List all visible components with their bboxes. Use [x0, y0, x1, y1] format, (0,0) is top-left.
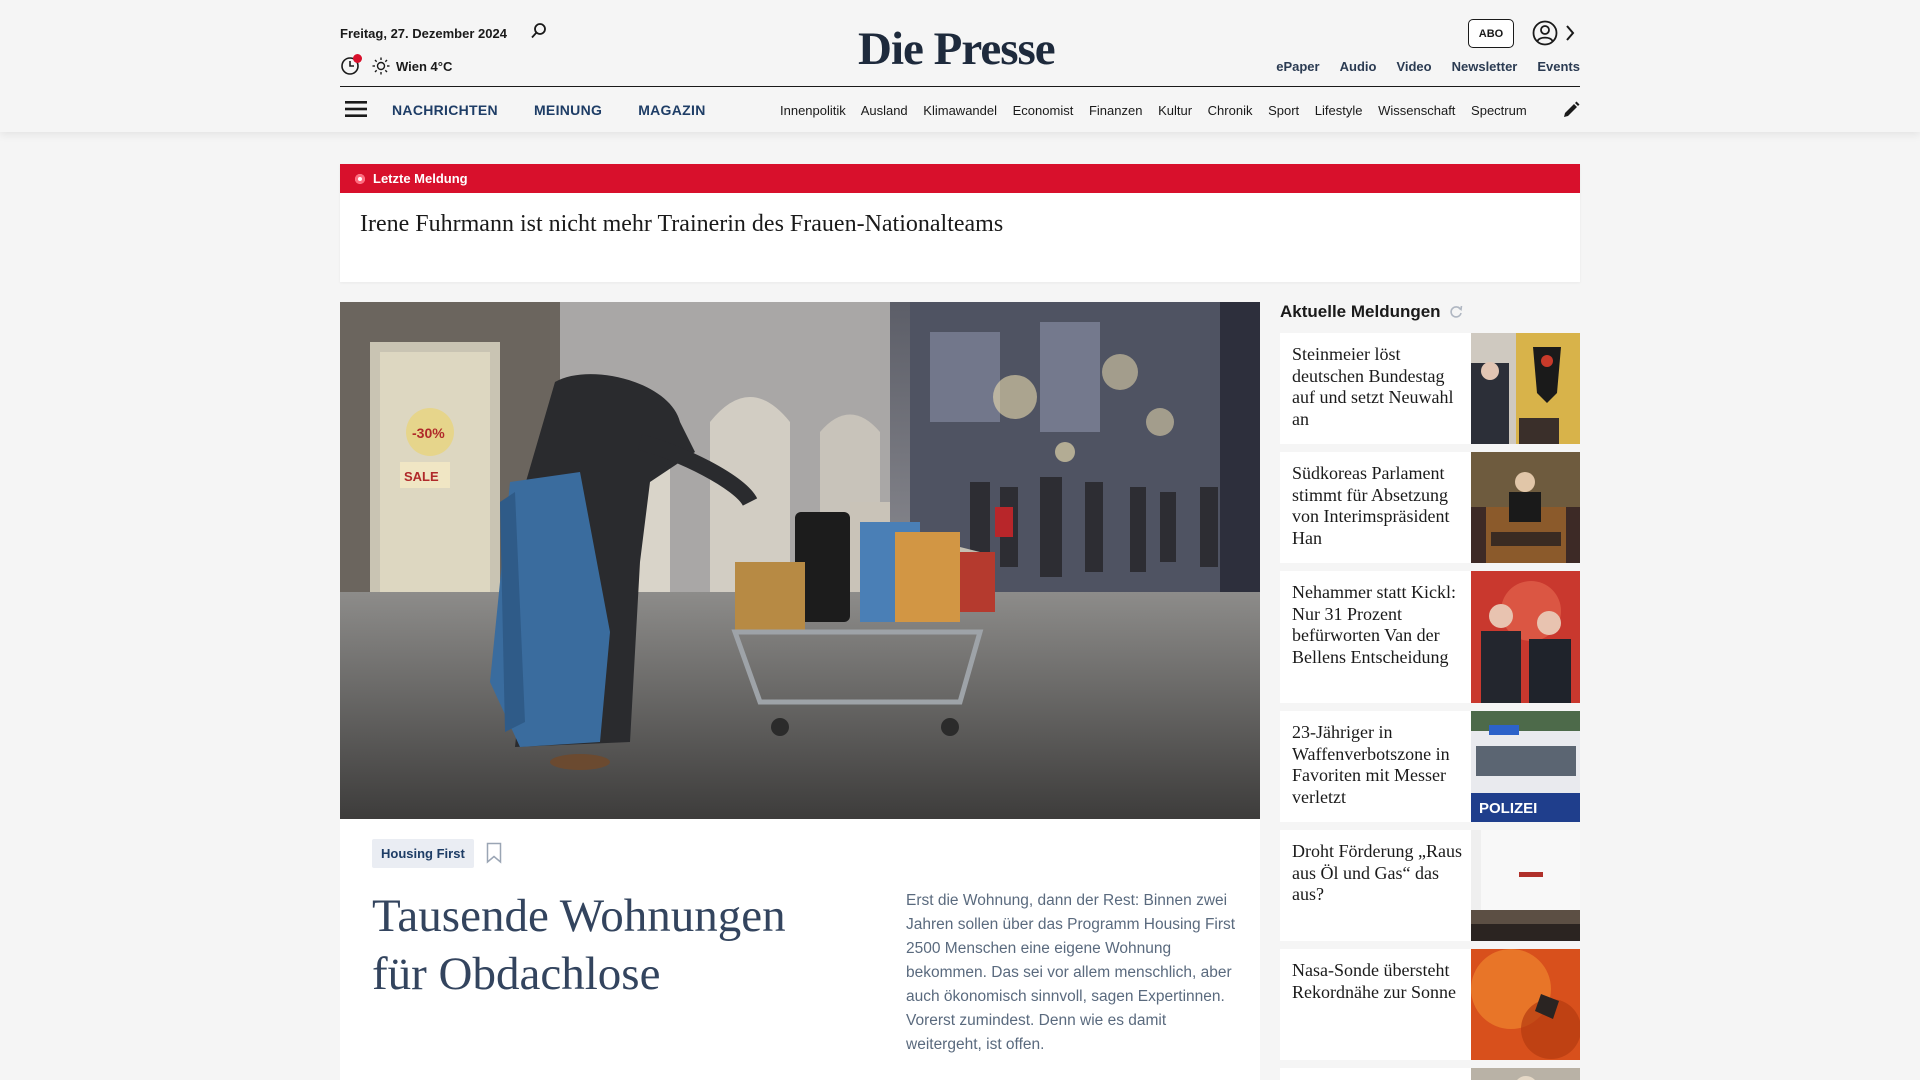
main-nav: NACHRICHTEN MEINUNG MAGAZIN: [392, 102, 706, 118]
hero-sale-text: SALE: [404, 469, 439, 484]
hamburger-menu-icon[interactable]: [345, 100, 367, 118]
news-thumbnail[interactable]: [1471, 571, 1580, 703]
sun-icon: [372, 57, 390, 75]
hero-teaser: Erst die Wohnung, dann der Rest: Binnen …: [906, 892, 1236, 1053]
news-thumbnail[interactable]: [1471, 830, 1580, 941]
abo-button[interactable]: ABO: [1468, 19, 1514, 48]
current-date: Freitag, 27. Dezember 2024: [340, 26, 507, 41]
search-icon[interactable]: [530, 22, 548, 40]
hero-image[interactable]: -30% SALE: [340, 302, 1260, 819]
hero-discount-text: -30%: [412, 425, 445, 441]
nav-magazin[interactable]: MAGAZIN: [638, 102, 705, 118]
site-logo[interactable]: Die Presse: [858, 22, 1056, 76]
news-thumbnail[interactable]: [1471, 1068, 1580, 1080]
bookmark-icon[interactable]: [486, 842, 502, 864]
top-link-epaper[interactable]: ePaper: [1276, 59, 1319, 74]
news-list: Steinmeier löst deutschen Bundestag auf …: [1280, 333, 1580, 1080]
top-link-audio[interactable]: Audio: [1340, 59, 1377, 74]
police-car-text: POLIZEI: [1479, 800, 1537, 817]
live-dot-icon: [355, 173, 365, 184]
notification-dot: [353, 54, 362, 63]
news-item[interactable]: [1280, 1068, 1580, 1080]
category-kultur[interactable]: Kultur: [1158, 103, 1192, 118]
category-nav: Innenpolitik Ausland Klimawandel Economi…: [780, 103, 1546, 118]
top-link-newsletter[interactable]: Newsletter: [1452, 59, 1518, 74]
chevron-right-icon[interactable]: [1564, 24, 1576, 42]
news-item[interactable]: Steinmeier löst deutschen Bundestag auf …: [1280, 333, 1580, 444]
hero-article-card[interactable]: Housing First Tausende Wohnungen für Obd…: [340, 819, 1260, 1080]
top-link-events[interactable]: Events: [1537, 59, 1580, 74]
news-item-title[interactable]: Steinmeier löst deutschen Bundestag auf …: [1280, 333, 1471, 444]
category-spectrum[interactable]: Spectrum: [1471, 103, 1527, 118]
breaking-news-bar: Letzte Meldung: [340, 164, 1580, 193]
news-thumbnail[interactable]: [1471, 333, 1580, 444]
category-wissenschaft[interactable]: Wissenschaft: [1378, 103, 1455, 118]
user-icon[interactable]: [1532, 20, 1558, 46]
news-item[interactable]: Nasa-Sonde übersteht Rekordnähe zur Sonn…: [1280, 949, 1580, 1060]
news-item-title[interactable]: 23-Jähriger in Waffenverbotszone in Favo…: [1280, 711, 1471, 822]
news-item-title[interactable]: [1280, 1068, 1471, 1080]
category-klimawandel[interactable]: Klimawandel: [923, 103, 997, 118]
reload-icon[interactable]: [1449, 305, 1463, 319]
news-item[interactable]: Droht Förderung „Raus aus Öl und Gas“ da…: [1280, 830, 1580, 941]
news-thumbnail[interactable]: [1471, 452, 1580, 563]
sidebar-heading-label: Aktuelle Meldungen: [1280, 302, 1441, 321]
news-thumbnail[interactable]: [1471, 949, 1580, 1060]
category-ausland[interactable]: Ausland: [861, 103, 908, 118]
category-chronik[interactable]: Chronik: [1208, 103, 1253, 118]
article-tag[interactable]: Housing First: [372, 839, 474, 868]
hero-headline[interactable]: Tausende Wohnungen für Obdachlose: [372, 887, 842, 1003]
nav-nachrichten[interactable]: NACHRICHTEN: [392, 102, 498, 118]
news-item[interactable]: Nehammer statt Kickl: Nur 31 Prozent bef…: [1280, 571, 1580, 703]
site-header: Freitag, 27. Dezember 2024 Wien 4°C Die …: [0, 0, 1920, 132]
category-sport[interactable]: Sport: [1268, 103, 1299, 118]
category-lifestyle[interactable]: Lifestyle: [1315, 103, 1363, 118]
top-links: ePaper Audio Video Newsletter Events: [1276, 59, 1580, 74]
news-item[interactable]: 23-Jähriger in Waffenverbotszone in Favo…: [1280, 711, 1580, 822]
category-finanzen[interactable]: Finanzen: [1089, 103, 1142, 118]
nav-meinung[interactable]: MEINUNG: [534, 102, 602, 118]
news-thumbnail[interactable]: POLIZEI: [1471, 711, 1580, 822]
breaking-news-label: Letzte Meldung: [373, 171, 468, 186]
category-innenpolitik[interactable]: Innenpolitik: [780, 103, 846, 118]
pencil-icon[interactable]: [1561, 100, 1581, 120]
news-item-title[interactable]: Droht Förderung „Raus aus Öl und Gas“ da…: [1280, 830, 1471, 941]
sidebar-heading: Aktuelle Meldungen: [1280, 302, 1463, 322]
top-link-video[interactable]: Video: [1396, 59, 1431, 74]
weather-label[interactable]: Wien 4°C: [396, 59, 452, 74]
header-divider: [340, 86, 1580, 87]
news-item[interactable]: Südkoreas Parlament stimmt für Absetzung…: [1280, 452, 1580, 563]
news-item-title[interactable]: Nasa-Sonde übersteht Rekordnähe zur Sonn…: [1280, 949, 1471, 1060]
breaking-news-box[interactable]: Letzte Meldung Irene Fuhrmann ist nicht …: [340, 164, 1580, 282]
category-economist[interactable]: Economist: [1013, 103, 1074, 118]
news-item-title[interactable]: Nehammer statt Kickl: Nur 31 Prozent bef…: [1280, 571, 1471, 703]
news-item-title[interactable]: Südkoreas Parlament stimmt für Absetzung…: [1280, 452, 1471, 563]
breaking-news-title[interactable]: Irene Fuhrmann ist nicht mehr Trainerin …: [340, 193, 1580, 238]
